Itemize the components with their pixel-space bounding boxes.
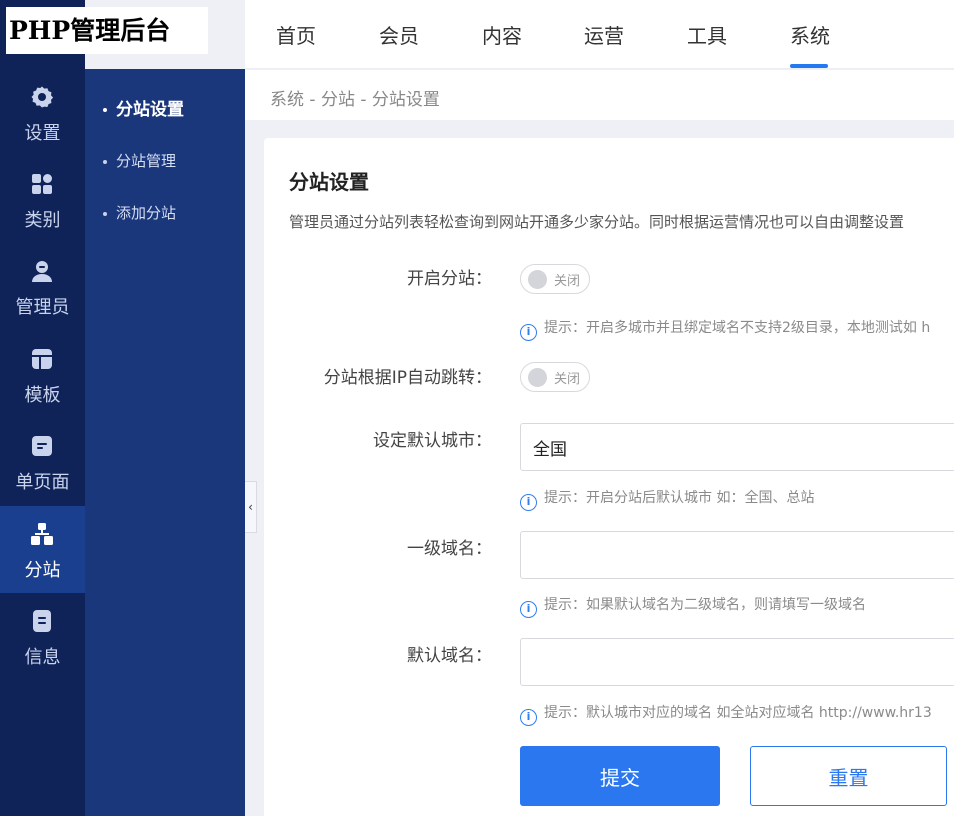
ip-redirect-toggle[interactable]: 关闭 <box>520 362 590 392</box>
tab-content[interactable]: 内容 <box>482 20 522 49</box>
rail-item-category[interactable]: 类别 <box>0 156 85 243</box>
toggle-text: 关闭 <box>554 372 581 387</box>
default-city-label: 设定默认城市： <box>373 431 492 451</box>
page-icon <box>30 434 54 458</box>
icon-rail: 设置 类别 管理员 模板 单页面 分站 信息 <box>0 0 85 816</box>
user-icon <box>30 259 54 283</box>
top-domain-label: 一级域名： <box>407 539 492 559</box>
default-city-hint: i 提示：开启分站后默认城市 如：全国、总站 <box>520 487 814 511</box>
reset-button[interactable]: 重置 <box>750 746 947 806</box>
rail-item-single-page[interactable]: 单页面 <box>0 418 85 505</box>
enable-substation-toggle[interactable]: 关闭 <box>520 264 590 294</box>
subnav-label: 分站管理 <box>116 152 177 170</box>
toggle-knob <box>528 270 547 289</box>
tab-members[interactable]: 会员 <box>379 20 419 49</box>
breadcrumb: 系统 - 分站 - 分站设置 <box>270 90 440 110</box>
bullet-icon <box>103 211 107 216</box>
hint-text: 提示：开启多城市并且绑定域名不支持2级目录，本地测试如 h <box>544 320 931 336</box>
page-description: 管理员通过分站列表轻松查询到网站开通多少家分站。同时根据运营情况也可以自由调整设… <box>289 213 905 231</box>
info-icon: i <box>520 601 537 618</box>
tab-tools[interactable]: 工具 <box>687 20 727 49</box>
tab-system[interactable]: 系统 <box>790 20 830 49</box>
bullet-icon <box>103 108 107 112</box>
rail-item-settings[interactable]: 设置 <box>0 69 85 156</box>
rail-item-admin[interactable]: 管理员 <box>0 243 85 330</box>
info-icon: i <box>520 324 537 341</box>
subnav-label: 分站设置 <box>116 100 184 120</box>
breadcrumb-bar: 系统 - 分站 - 分站设置 <box>245 70 954 120</box>
rail-item-substation[interactable]: 分站 <box>0 506 85 593</box>
toggle-text: 关闭 <box>554 274 581 289</box>
rail-item-template[interactable]: 模板 <box>0 331 85 418</box>
tab-operations[interactable]: 运营 <box>584 20 624 49</box>
top-domain-hint: i 提示：如果默认域名为二级域名，则请填写一级域名 <box>520 594 866 618</box>
rail-label: 类别 <box>24 210 61 231</box>
submit-button[interactable]: 提交 <box>520 746 720 806</box>
rail-label: 信息 <box>24 647 61 668</box>
hint-text: 提示：开启分站后默认城市 如：全国、总站 <box>544 490 815 506</box>
subnav-item-substation-manage[interactable]: 分站管理 <box>103 150 176 171</box>
info-icon: i <box>520 494 537 511</box>
hint-text: 提示：如果默认域名为二级域名，则请填写一级域名 <box>544 597 866 613</box>
default-domain-hint: i 提示：默认城市对应的域名 如全站对应域名 http://www.hr13 <box>520 702 932 726</box>
top-navigation: 首页 会员 内容 运营 工具 系统 <box>245 0 954 69</box>
default-city-input[interactable] <box>520 423 954 471</box>
template-icon <box>30 347 54 371</box>
ip-redirect-label: 分站根据IP自动跳转： <box>323 368 492 388</box>
active-tab-indicator <box>790 64 828 68</box>
default-domain-label: 默认域名： <box>407 646 492 666</box>
hint-text: 提示：默认城市对应的域名 如全站对应域名 http://www.hr13 <box>544 705 932 721</box>
enable-substation-label: 开启分站： <box>407 269 492 289</box>
app-logo: PHP管理后台 <box>6 7 208 54</box>
subnav-item-substation-settings[interactable]: 分站设置 <box>103 95 184 120</box>
subnav-label: 添加分站 <box>116 204 177 222</box>
top-domain-input[interactable] <box>520 531 954 579</box>
grid-icon <box>30 172 54 196</box>
rail-label: 分站 <box>24 560 61 581</box>
toggle-knob <box>528 368 547 387</box>
collapse-sidebar-handle[interactable]: ‹ <box>245 481 257 533</box>
subnav-item-add-substation[interactable]: 添加分站 <box>103 202 176 223</box>
gear-icon <box>30 85 54 109</box>
enable-substation-hint: i 提示：开启多城市并且绑定域名不支持2级目录，本地测试如 h <box>520 317 930 341</box>
chevron-left-icon: ‹ <box>248 500 253 514</box>
document-icon <box>30 609 54 633</box>
tab-home[interactable]: 首页 <box>276 20 316 49</box>
rail-label: 设置 <box>24 123 61 144</box>
sub-navigation: 分站设置 分站管理 添加分站 <box>85 69 245 816</box>
default-domain-input[interactable] <box>520 638 954 686</box>
rail-label: 单页面 <box>15 472 70 493</box>
sitemap-icon <box>30 522 54 546</box>
page-title: 分站设置 <box>289 170 369 194</box>
rail-item-info[interactable]: 信息 <box>0 593 85 680</box>
rail-label: 管理员 <box>15 297 70 318</box>
info-icon: i <box>520 709 537 726</box>
rail-label: 模板 <box>24 385 61 406</box>
bullet-icon <box>103 159 107 164</box>
